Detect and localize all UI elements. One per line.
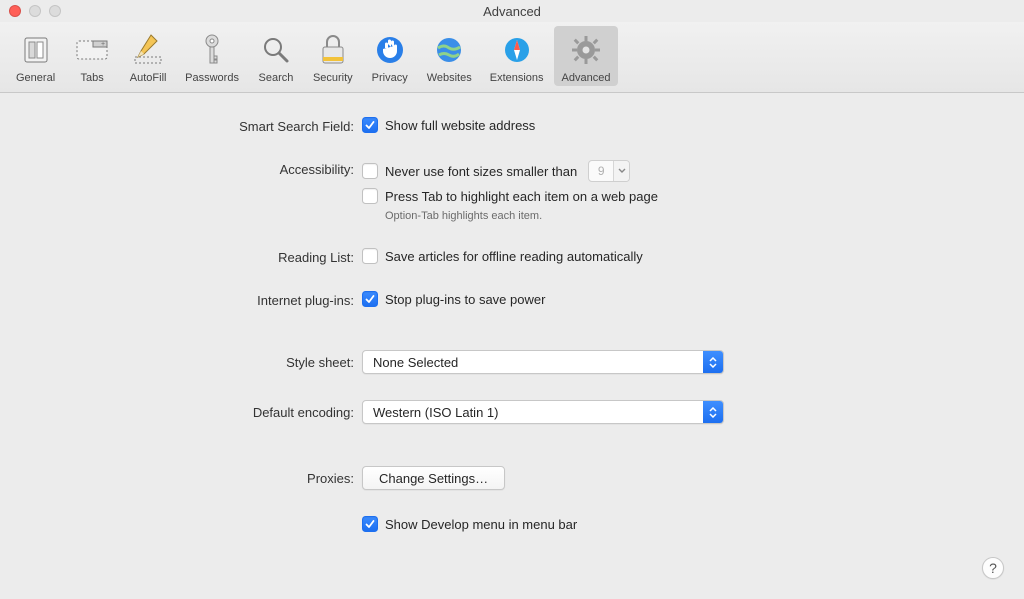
tab-advanced[interactable]: Advanced (554, 26, 619, 86)
popup-style-sheet[interactable]: None Selected (362, 350, 724, 374)
minimize-window-button[interactable] (29, 5, 41, 17)
option-show-full-address: Show full website address (385, 118, 535, 133)
checkbox-save-articles[interactable] (362, 248, 378, 264)
option-save-articles: Save articles for offline reading automa… (385, 249, 643, 264)
tab-privacy[interactable]: Privacy (363, 26, 417, 86)
checkbox-never-font-smaller[interactable] (362, 163, 378, 179)
globe-icon (434, 30, 464, 70)
lock-icon (319, 30, 347, 70)
hand-icon (375, 30, 405, 70)
tab-label: Passwords (185, 72, 239, 84)
tab-label: Tabs (81, 72, 104, 84)
pencil-icon (132, 30, 164, 70)
preferences-content: Smart Search Field: Show full website ad… (0, 93, 1024, 532)
svg-text:+: + (101, 41, 105, 48)
option-press-tab: Press Tab to highlight each item on a we… (385, 189, 658, 204)
gear-icon (570, 30, 602, 70)
tab-label: General (16, 72, 55, 84)
tab-label: Websites (427, 72, 472, 84)
chevron-updown-icon (703, 351, 723, 373)
label-accessibility: Accessibility: (0, 160, 362, 177)
popup-default-encoding[interactable]: Western (ISO Latin 1) (362, 400, 724, 424)
checkbox-show-develop[interactable] (362, 516, 378, 532)
tab-label: AutoFill (130, 72, 167, 84)
tab-websites[interactable]: Websites (419, 26, 480, 86)
tab-passwords[interactable]: Passwords (177, 26, 247, 86)
tab-search[interactable]: Search (249, 26, 303, 86)
preferences-toolbar: General + Tabs AutoFill (0, 22, 1024, 93)
window-title: Advanced (0, 4, 1024, 19)
popup-default-encoding-value: Western (ISO Latin 1) (363, 405, 498, 420)
tab-label: Search (259, 72, 294, 84)
tab-tabs[interactable]: + Tabs (65, 26, 119, 86)
label-default-encoding: Default encoding: (0, 400, 362, 420)
label-style-sheet: Style sheet: (0, 350, 362, 370)
checkbox-press-tab[interactable] (362, 188, 378, 204)
option-show-develop: Show Develop menu in menu bar (385, 517, 577, 532)
tab-autofill[interactable]: AutoFill (121, 26, 175, 86)
min-font-stepper[interactable]: 9 (588, 160, 630, 182)
tab-security[interactable]: Security (305, 26, 361, 86)
change-settings-button[interactable]: Change Settings… (362, 466, 505, 490)
traffic-lights (0, 5, 61, 17)
tab-label: Extensions (490, 72, 544, 84)
titlebar: Advanced (0, 0, 1024, 22)
checkbox-stop-plugins[interactable] (362, 291, 378, 307)
close-window-button[interactable] (9, 5, 21, 17)
tab-general[interactable]: General (8, 26, 63, 86)
option-stop-plugins: Stop plug-ins to save power (385, 292, 545, 307)
switch-icon (21, 30, 51, 70)
chevron-updown-icon (703, 401, 723, 423)
min-font-value: 9 (589, 161, 613, 181)
search-icon (260, 30, 292, 70)
hint-press-tab: Option-Tab highlights each item. (362, 210, 984, 222)
label-proxies: Proxies: (0, 466, 362, 486)
label-smart-search: Smart Search Field: (0, 117, 362, 134)
tab-label: Advanced (562, 72, 611, 84)
checkbox-show-full-address[interactable] (362, 117, 378, 133)
compass-icon (502, 30, 532, 70)
help-label: ? (989, 560, 997, 576)
tab-label: Security (313, 72, 353, 84)
zoom-window-button[interactable] (49, 5, 61, 17)
label-internet-plugins: Internet plug-ins: (0, 291, 362, 308)
tab-extensions[interactable]: Extensions (482, 26, 552, 86)
chevron-down-icon (613, 161, 629, 181)
option-never-font-smaller: Never use font sizes smaller than (385, 164, 577, 179)
tab-label: Privacy (372, 72, 408, 84)
popup-style-sheet-value: None Selected (363, 355, 458, 370)
tabs-icon: + (75, 30, 109, 70)
help-button[interactable]: ? (982, 557, 1004, 579)
label-reading-list: Reading List: (0, 248, 362, 265)
key-icon (200, 30, 224, 70)
